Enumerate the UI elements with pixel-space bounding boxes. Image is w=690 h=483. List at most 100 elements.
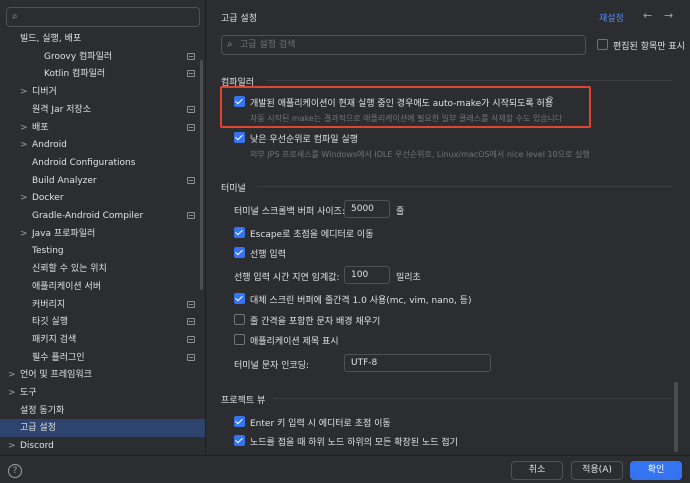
escape-focus-checkbox[interactable] (234, 227, 245, 238)
sidebar-item[interactable]: 필수 플러그인 (0, 349, 205, 367)
project-level-icon (187, 70, 195, 78)
sidebar-item[interactable]: 고급 설정 (0, 419, 205, 438)
project-level-icon (187, 212, 195, 219)
project-level-icon (187, 176, 195, 184)
sidebar-item-label: 디버거 (32, 87, 57, 98)
scroll-buffer-label: 터미널 스크롤백 버퍼 사이즈: (234, 207, 345, 217)
sidebar-item[interactable]: > Android (0, 136, 205, 154)
alt-buffer-checkbox[interactable] (234, 293, 245, 304)
low-priority-checkbox[interactable] (234, 132, 245, 143)
search-icon: ⌕ (227, 39, 233, 50)
app-title-checkbox[interactable] (234, 334, 245, 345)
type-ahead-checkbox[interactable] (234, 247, 245, 258)
auto-make-checkbox[interactable] (234, 96, 245, 107)
section-divider (273, 398, 672, 399)
sidebar-item[interactable]: Kotlin 컴파일러 (0, 65, 205, 83)
sidebar-item[interactable]: Groovy 컴파일러 (0, 48, 205, 66)
project-level-icon (187, 123, 195, 131)
project-level-icon (187, 52, 195, 60)
chevron-right-icon[interactable]: > (20, 119, 28, 137)
type-ahead-label: 선행 입력 (250, 250, 286, 260)
sidebar-item[interactable]: 신뢰할 수 있는 위치 (0, 260, 205, 278)
back-arrow-icon[interactable]: ← (643, 9, 652, 22)
sidebar-scrollbar[interactable] (200, 60, 203, 290)
sidebar-item[interactable]: 패키지 검색 (0, 331, 205, 349)
sidebar-item-label: 필수 플러그인 (32, 352, 85, 363)
content-scrollbar[interactable] (674, 382, 678, 452)
sidebar-item-label: 배포 (32, 122, 49, 133)
sidebar-item-label: Android Configurations (32, 157, 136, 168)
sidebar-item-label: Build Analyzer (32, 175, 97, 186)
sidebar-item[interactable]: > 언어 및 프레임워크 (0, 366, 205, 384)
line-spacing-checkbox[interactable] (234, 314, 245, 325)
sidebar-item[interactable]: > Discord (0, 437, 205, 455)
sidebar-item[interactable]: > Docker (0, 189, 205, 207)
project-level-icon (187, 353, 195, 361)
type-ahead-latency-unit: 밀리초 (396, 273, 421, 283)
advanced-settings-panel: 고급 설정 재설정 ← → ⌕ 편집된 항목만 표시 컴파일러 개발된 애플리케… (207, 0, 690, 455)
sidebar-item-label: Kotlin 컴파일러 (44, 69, 106, 80)
undo-icon[interactable]: ↶ (545, 95, 553, 106)
ok-button[interactable]: 확인 (630, 461, 682, 480)
chevron-right-icon[interactable]: > (20, 83, 28, 101)
sidebar-item-label: Groovy 컴파일러 (44, 51, 113, 62)
sidebar-item[interactable]: Android Configurations (0, 154, 205, 172)
sidebar-item[interactable]: 타깃 실행 (0, 313, 205, 331)
sidebar-item[interactable]: Build Analyzer (0, 172, 205, 190)
escape-focus-label: Escape로 초점을 에디터로 이동 (250, 230, 374, 240)
sidebar-item[interactable]: 설정 동기화 (0, 402, 205, 420)
collapse-nodes-checkbox[interactable] (234, 435, 245, 446)
project-view-section-header: 프로젝트 뷰 (221, 396, 266, 406)
sidebar-item[interactable]: 빌드, 실행, 배포 (0, 30, 205, 48)
project-level-icon (187, 318, 195, 326)
sidebar-item[interactable]: > 디버거 (0, 83, 205, 101)
sidebar-item-label: 빌드, 실행, 배포 (20, 34, 82, 44)
encoding-input[interactable]: UTF-8 (344, 354, 491, 372)
terminal-section-header: 터미널 (221, 184, 246, 194)
chevron-right-icon[interactable]: > (20, 136, 28, 154)
reset-link[interactable]: 재설정 (599, 11, 624, 24)
settings-sidebar: ⌕ 빌드, 실행, 배포 Groovy 컴파일러 Kotlin 컴파일러 > 디버거원격… (0, 0, 206, 455)
chevron-right-icon[interactable]: > (8, 366, 16, 384)
sidebar-item-label: Gradle-Android Compiler (32, 211, 144, 221)
chevron-right-icon[interactable]: > (20, 225, 28, 243)
sidebar-item-label: 커버리지 (32, 299, 66, 310)
sidebar-item[interactable]: 원격 Jar 저장소 (0, 101, 205, 119)
collapse-nodes-label: 노드를 접을 때 하위 노드 하위의 모든 확장된 노드 접기 (250, 438, 458, 448)
sidebar-item-label: 고급 설정 (20, 423, 56, 434)
type-ahead-latency-label: 선행 입력 시간 지연 임계값: (234, 273, 340, 283)
sidebar-item[interactable]: > 도구 (0, 384, 205, 402)
sidebar-item-label: 도구 (20, 388, 37, 398)
help-icon[interactable]: ? (8, 464, 22, 478)
settings-search-input[interactable] (240, 38, 580, 52)
auto-make-label: 개발된 애플리케이션이 현재 실행 중인 경우에도 auto-make가 시작되… (250, 99, 554, 109)
sidebar-item-label: 설정 동기화 (20, 405, 65, 416)
enter-focus-checkbox[interactable] (234, 416, 245, 427)
chevron-right-icon[interactable]: > (8, 437, 16, 455)
scroll-buffer-input[interactable]: 5000 (344, 200, 390, 218)
sidebar-item-label: 원격 Jar 저장소 (32, 104, 91, 115)
sidebar-item[interactable]: > 배포 (0, 119, 205, 137)
sidebar-item[interactable]: > Java 프로파일러 (0, 225, 205, 243)
apply-button[interactable]: 적용(A) (571, 461, 623, 480)
type-ahead-latency-input[interactable]: 100 (344, 266, 390, 284)
sidebar-search-input[interactable]: ⌕ (6, 7, 200, 27)
forward-arrow-icon[interactable]: → (664, 9, 673, 22)
sidebar-item[interactable]: Gradle-Android Compiler (0, 207, 205, 225)
edited-only-checkbox[interactable] (597, 39, 608, 50)
sidebar-item[interactable]: Testing (0, 242, 205, 260)
cancel-button[interactable]: 취소 (511, 461, 563, 480)
sidebar-item[interactable]: 애플리케이션 서버 (0, 278, 205, 296)
chevron-right-icon[interactable]: > (8, 384, 16, 402)
sidebar-item-label: 패키지 검색 (32, 334, 77, 345)
settings-search-field[interactable]: ⌕ (221, 35, 586, 55)
sidebar-item[interactable]: 커버리지 (0, 296, 205, 314)
encoding-label: 터미널 문자 인코딩: (234, 361, 309, 371)
line-spacing-label: 줄 간격을 포함한 문자 배경 채우기 (250, 317, 381, 327)
sidebar-item-label: Testing (32, 246, 64, 257)
low-priority-description: 외부 JPS 프로세스를 Windows에서 IDLE 우선순위로, Linux… (250, 150, 590, 159)
auto-make-description: 자동 시작된 make는 결과적으로 애플리케이션에 필요한 일부 클래스를 삭… (250, 114, 563, 123)
section-divider (267, 80, 672, 81)
sidebar-item-label: Docker (32, 193, 64, 204)
chevron-right-icon[interactable]: > (20, 189, 28, 207)
